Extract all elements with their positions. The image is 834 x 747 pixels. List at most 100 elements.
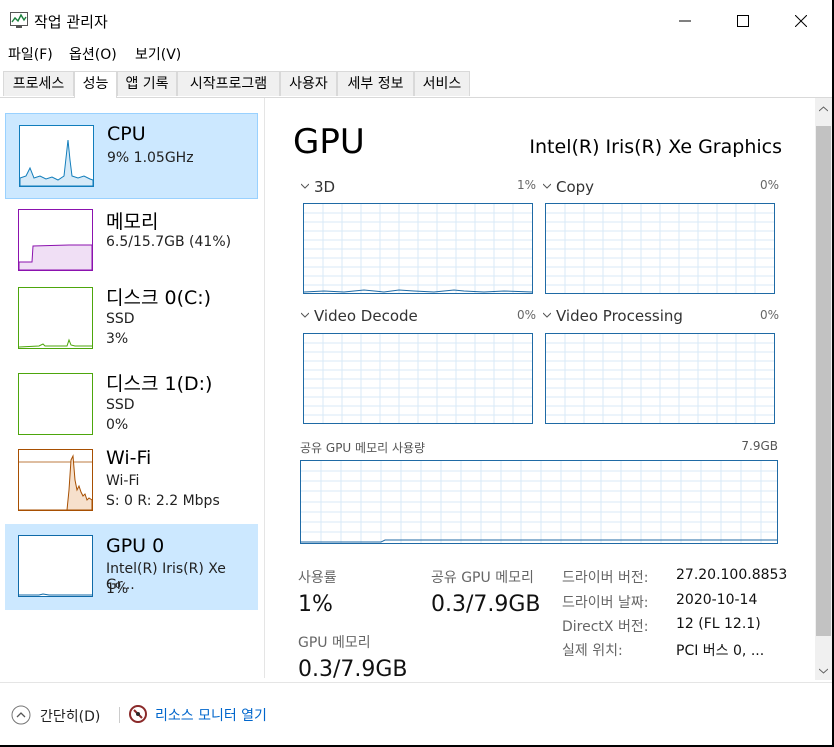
resource-monitor-icon[interactable] [128, 704, 148, 724]
wifi-thumbnail-graph [18, 449, 93, 511]
disk1-label: 디스크 1(D:) [106, 373, 213, 395]
tab-startup[interactable]: 시작프로그램 [177, 71, 280, 96]
engine-video-decode-pct: 0% [517, 308, 537, 322]
close-button[interactable] [772, 0, 830, 42]
resource-item-disk0[interactable]: 디스크 0(C:) SSD 3% [5, 283, 258, 369]
utilization-value: 1% [298, 592, 333, 617]
resource-item-gpu0[interactable]: GPU 0 Intel(R) Iris(R) Xe Gr... 1% [5, 524, 258, 610]
engine-video-processing-graph [545, 333, 775, 424]
tab-services[interactable]: 서비스 [414, 71, 470, 96]
footer-bar: 간단히(D) 리소스 모니터 열기 [0, 682, 832, 746]
maximize-icon [737, 15, 749, 27]
engine-copy-selector[interactable]: Copy [543, 178, 594, 196]
wifi-throughput: S: 0 R: 2.2 Mbps [106, 493, 220, 509]
task-manager-window: 작업 관리자 파일(F) 옵션(O) 보기(V) 프로세스 성능 앱 기록 시작… [0, 0, 832, 745]
gpu0-model: Intel(R) Iris(R) Xe Gr... [106, 561, 226, 593]
engine-video-decode-label: Video Decode [314, 307, 418, 325]
disk0-type: SSD [106, 311, 135, 327]
engine-3d-pct: 1% [517, 178, 537, 192]
directx-version-label: DirectX 버전: [562, 619, 649, 635]
minimize-button[interactable] [656, 0, 714, 42]
disk1-thumbnail-graph [18, 373, 93, 435]
footer-divider [119, 707, 120, 723]
physical-location-label: 실제 위치: [562, 643, 623, 659]
driver-date-value: 2020-10-14 [676, 592, 758, 608]
gpu0-thumbnail-graph [18, 535, 93, 597]
menu-view[interactable]: 보기(V) [135, 44, 181, 64]
memory-label: 메모리 [106, 211, 159, 233]
resource-list: CPU 9% 1.05GHz 메모리 6.5/15.7GB (41%) 디스크 … [0, 98, 265, 678]
cpu-label: CPU [107, 123, 146, 145]
engine-video-processing-label: Video Processing [556, 307, 683, 325]
disk1-type: SSD [106, 397, 135, 413]
engine-copy-graph [545, 203, 775, 294]
title-bar: 작업 관리자 [0, 0, 832, 42]
scroll-up-icon[interactable] [819, 106, 828, 112]
wifi-label: Wi-Fi [106, 447, 152, 469]
engine-video-decode-graph [303, 333, 533, 424]
disk0-label: 디스크 0(C:) [106, 287, 212, 309]
window-title: 작업 관리자 [34, 13, 108, 31]
disk0-thumbnail-graph [18, 287, 93, 349]
fewer-details-button[interactable]: 간단히(D) [40, 706, 100, 726]
chevron-up-circle-icon[interactable] [11, 705, 31, 725]
resource-item-cpu[interactable]: CPU 9% 1.05GHz [5, 113, 258, 199]
chevron-down-icon [543, 183, 551, 189]
engine-copy-pct: 0% [760, 178, 780, 192]
cpu-thumbnail-graph [19, 125, 94, 187]
utilization-label: 사용률 [298, 570, 337, 586]
disk0-usage: 3% [106, 331, 129, 347]
menu-bar: 파일(F) 옵션(O) 보기(V) [0, 42, 832, 66]
engine-3d-selector[interactable]: 3D [301, 178, 335, 196]
memory-thumbnail-graph [18, 209, 93, 271]
tab-app-history[interactable]: 앱 기록 [117, 71, 177, 96]
directx-version-value: 12 (FL 12.1) [676, 616, 761, 632]
tab-bar: 프로세스 성능 앱 기록 시작프로그램 사용자 세부 정보 서비스 [0, 71, 832, 98]
resource-item-memory[interactable]: 메모리 6.5/15.7GB (41%) [5, 198, 258, 284]
chevron-down-icon [301, 312, 309, 318]
driver-version-label: 드라이버 버전: [562, 570, 649, 586]
physical-location-value: PCI 버스 0, ... [676, 643, 765, 659]
driver-version-value: 27.20.100.8853 [676, 567, 788, 583]
resource-item-disk1[interactable]: 디스크 1(D:) SSD 0% [5, 369, 258, 455]
chevron-down-icon [543, 312, 551, 318]
menu-file[interactable]: 파일(F) [8, 44, 53, 64]
engine-3d-label: 3D [314, 178, 336, 196]
engine-video-decode-selector[interactable]: Video Decode [301, 307, 418, 325]
shared-memory-graph-max: 7.9GB [741, 439, 778, 453]
tab-details[interactable]: 세부 정보 [337, 71, 414, 96]
tab-processes[interactable]: 프로세스 [3, 71, 74, 96]
scroll-down-icon[interactable] [819, 668, 828, 674]
chevron-down-icon [301, 183, 309, 189]
close-icon [795, 15, 807, 27]
scrollbar-thumb[interactable] [816, 126, 831, 636]
engine-3d-graph [303, 203, 533, 294]
engine-video-processing-pct: 0% [760, 308, 780, 322]
open-resource-monitor-link[interactable]: 리소스 모니터 열기 [155, 705, 267, 725]
tab-performance[interactable]: 성능 [74, 71, 117, 98]
shared-memory-value: 0.3/7.9GB [431, 592, 541, 617]
gpu-memory-label: GPU 메모리 [298, 635, 371, 651]
wifi-adapter: Wi-Fi [106, 473, 140, 489]
shared-memory-graph-label: 공유 GPU 메모리 사용량 [300, 441, 426, 455]
engine-video-processing-selector[interactable]: Video Processing [543, 307, 683, 325]
gpu-heading: GPU [293, 122, 365, 162]
shared-memory-graph [300, 460, 778, 544]
cpu-usage: 9% 1.05GHz [107, 150, 194, 166]
minimize-icon [679, 20, 691, 22]
task-manager-app-icon [10, 12, 28, 28]
driver-date-label: 드라이버 날짜: [562, 595, 649, 611]
gpu-memory-value: 0.3/7.9GB [298, 657, 408, 682]
tab-users[interactable]: 사용자 [280, 71, 337, 96]
maximize-button[interactable] [714, 0, 772, 42]
vertical-scrollbar[interactable] [815, 98, 832, 680]
gpu-detail-panel: GPU Intel(R) Iris(R) Xe Graphics 3D 1% C… [265, 98, 815, 682]
gpu-model-name: Intel(R) Iris(R) Xe Graphics [529, 136, 782, 158]
gpu0-label: GPU 0 [106, 535, 165, 557]
engine-copy-label: Copy [556, 178, 595, 196]
menu-options[interactable]: 옵션(O) [69, 44, 117, 64]
gpu0-usage: 1% [106, 581, 129, 597]
memory-usage: 6.5/15.7GB (41%) [106, 234, 232, 250]
disk1-usage: 0% [106, 417, 129, 433]
shared-memory-label: 공유 GPU 메모리 [431, 570, 534, 586]
